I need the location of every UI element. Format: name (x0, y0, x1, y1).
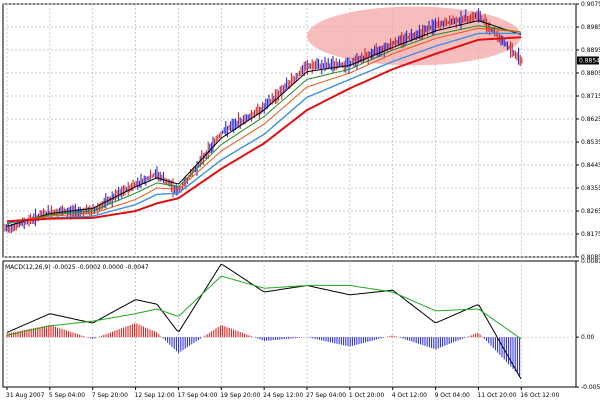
x-tick-label: 27 Sep 04:00 (306, 392, 346, 399)
y-tick-label: 0.8625 (581, 116, 600, 123)
chart-container: 0.8085 0.8175 0.8265 0.8355 0.8445 0.8535 0.86… (0, 0, 600, 400)
macd-y-tick-label: 0.00 (581, 334, 595, 341)
x-tick-label: 5 Sep 04:00 (49, 392, 85, 399)
y-tick-label: 0.8445 (581, 162, 600, 169)
x-tick-label: 19 Sep 20:00 (220, 392, 260, 399)
x-tick-label: 12 Sep 12:00 (135, 392, 175, 399)
y-tick-label: 0.8985 (581, 24, 600, 31)
x-tick-label: 1 Oct 20:00 (349, 392, 384, 399)
y-tick-label: 0.8265 (581, 208, 600, 215)
y-tick-label: 0.8175 (581, 231, 600, 238)
macd-y-tick-label: 0.0081 (581, 258, 600, 265)
macd-y-tick-label: -0.0053 (581, 384, 600, 391)
x-tick-label: 4 Oct 12:00 (392, 392, 427, 399)
x-tick-label: 17 Sep 04:00 (177, 392, 217, 399)
y-tick-label: 0.8895 (581, 47, 600, 54)
macd-title: MACD(12,26,9) -0.0025 -0.0002 0.0000 -0.… (5, 264, 149, 271)
y-tick-label: 0.8535 (581, 139, 600, 146)
current-price-label: 0.8854 (579, 57, 600, 64)
x-tick-label: 24 Sep 12:00 (263, 392, 303, 399)
x-tick-label: 31 Aug 2007 (6, 392, 45, 399)
y-tick-label: 0.8715 (581, 93, 600, 100)
chart-background (0, 0, 600, 400)
forex-chart: 0.80850.81750.82650.83550.84450.85350.86… (0, 0, 600, 400)
y-tick-label: 0.8805 (581, 70, 600, 77)
x-tick-label: 11 Oct 20:00 (477, 392, 516, 399)
x-tick-label: 16 Oct 12:00 (520, 392, 559, 399)
x-tick-label: 7 Sep 20:00 (92, 392, 128, 399)
y-tick-label: 0.8355 (581, 185, 600, 192)
y-tick-label: 0.9075 (581, 1, 600, 8)
x-tick-label: 9 Oct 04:00 (435, 392, 470, 399)
